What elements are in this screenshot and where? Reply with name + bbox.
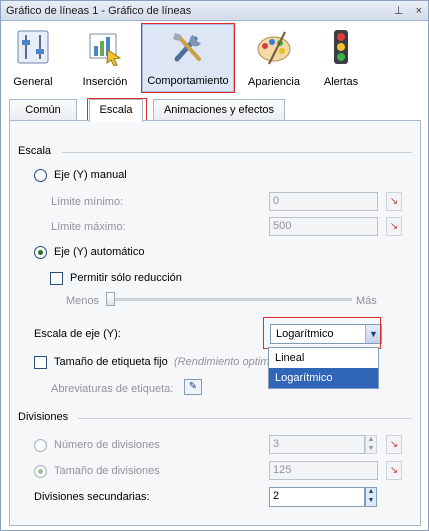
- tab-strip: Común Escala Animaciones y efectos: [9, 99, 421, 122]
- reduction-only-checkbox[interactable]: [50, 272, 63, 285]
- close-icon[interactable]: ×: [416, 5, 422, 17]
- axis-scale-selected: Logarítmico: [276, 328, 334, 340]
- auto-axis-radio[interactable]: [34, 246, 47, 259]
- ribbon-label: Alertas: [323, 76, 359, 88]
- tools-icon: [173, 33, 201, 62]
- spin-down-icon[interactable]: ▼: [366, 497, 376, 506]
- tab-common[interactable]: Común: [9, 99, 77, 121]
- auto-axis-label: Eje (Y) automático: [54, 246, 145, 258]
- tab-animations[interactable]: Animaciones y efectos: [153, 99, 285, 121]
- division-count-field[interactable]: 3: [269, 435, 365, 454]
- reduction-only-label: Permitir sólo reducción: [70, 272, 182, 284]
- max-limit-label: Límite máximo:: [51, 221, 126, 233]
- axis-scale-label: Escala de eje (Y):: [34, 328, 121, 340]
- division-size-pick-icon[interactable]: ↘: [386, 461, 402, 480]
- section-title-scale: Escala: [18, 145, 52, 157]
- section-divider: [78, 418, 412, 419]
- scale-panel: Escala Eje (Y) manual Límite mínimo: 0 ↘…: [9, 120, 421, 526]
- chart-properties-window: Gráfico de líneas 1 - Gráfico de líneas …: [0, 0, 429, 531]
- ribbon-appearance-button[interactable]: Apariencia: [243, 24, 305, 92]
- property-category-ribbon: General Inserción Comportamiento Aparien…: [1, 22, 428, 94]
- division-count-radio[interactable]: [34, 439, 47, 452]
- spin-up-icon[interactable]: ▲: [366, 436, 376, 445]
- min-limit-pick-icon[interactable]: ↘: [386, 192, 402, 211]
- dropdown-option-log[interactable]: Logarítmico: [269, 368, 378, 388]
- traffic-light-icon: [334, 30, 348, 64]
- spin-down-icon[interactable]: ▼: [366, 445, 376, 454]
- section-title-divisions: Divisiones: [18, 411, 69, 423]
- division-count-label: Número de divisiones: [54, 439, 160, 451]
- ribbon-general-button[interactable]: General: [7, 24, 59, 92]
- tab-scale[interactable]: Escala: [89, 99, 143, 122]
- chart-insert-icon: [89, 33, 122, 66]
- max-limit-pick-icon[interactable]: ↘: [386, 217, 402, 236]
- dropdown-option-linear[interactable]: Lineal: [269, 348, 378, 368]
- window-title: Gráfico de líneas 1 - Gráfico de líneas: [6, 5, 192, 17]
- slider-max-label: Más: [356, 295, 377, 307]
- secondary-divisions-spinner[interactable]: ▲ ▼: [365, 487, 377, 507]
- fixed-label-size-checkbox[interactable]: [34, 356, 47, 369]
- axis-scale-dropdown: Lineal Logarítmico: [268, 347, 379, 389]
- division-count-pick-icon[interactable]: ↘: [386, 435, 402, 454]
- division-size-radio[interactable]: [34, 465, 47, 478]
- label-abbreviations-label: Abreviaturas de etiqueta:: [51, 383, 174, 395]
- division-size-label: Tamaño de divisiones: [54, 465, 160, 477]
- performance-hint: (Rendimiento optimi: [174, 356, 272, 368]
- ribbon-behavior-button[interactable]: Comportamiento: [142, 24, 234, 92]
- manual-axis-radio[interactable]: [34, 169, 47, 182]
- min-limit-label: Límite mínimo:: [51, 196, 124, 208]
- ribbon-label: General: [13, 76, 53, 88]
- fixed-label-size-label: Tamaño de etiqueta fijo: [54, 356, 168, 368]
- min-limit-field[interactable]: 0: [269, 192, 378, 211]
- manual-axis-label: Eje (Y) manual: [54, 169, 127, 181]
- spin-up-icon[interactable]: ▲: [366, 488, 376, 497]
- chevron-down-icon[interactable]: ▼: [365, 325, 381, 343]
- section-divider: [62, 152, 412, 153]
- max-limit-field[interactable]: 500: [269, 217, 378, 236]
- ribbon-insertion-button[interactable]: Inserción: [73, 24, 137, 92]
- division-size-field[interactable]: 125: [269, 461, 378, 480]
- ribbon-alerts-button[interactable]: Alertas: [315, 24, 367, 92]
- axis-scale-combo[interactable]: Logarítmico ▼: [270, 324, 382, 344]
- pin-icon[interactable]: ⊥: [394, 5, 404, 17]
- properties-sliders-icon: [17, 30, 49, 64]
- title-bar: Gráfico de líneas 1 - Gráfico de líneas …: [1, 1, 428, 21]
- secondary-divisions-label: Divisiones secundarias:: [34, 491, 150, 503]
- secondary-divisions-field[interactable]: 2: [269, 487, 365, 507]
- ribbon-label: Comportamiento: [147, 75, 229, 87]
- division-count-spinner[interactable]: ▲ ▼: [365, 435, 377, 454]
- palette-icon: [257, 31, 291, 65]
- edit-abbreviations-icon[interactable]: ✎: [184, 379, 202, 395]
- slider-min-label: Menos: [66, 295, 100, 307]
- reduction-slider-track[interactable]: [106, 298, 352, 301]
- ribbon-label: Apariencia: [248, 76, 300, 88]
- reduction-slider-thumb[interactable]: [106, 292, 115, 306]
- ribbon-label: Inserción: [82, 76, 128, 88]
